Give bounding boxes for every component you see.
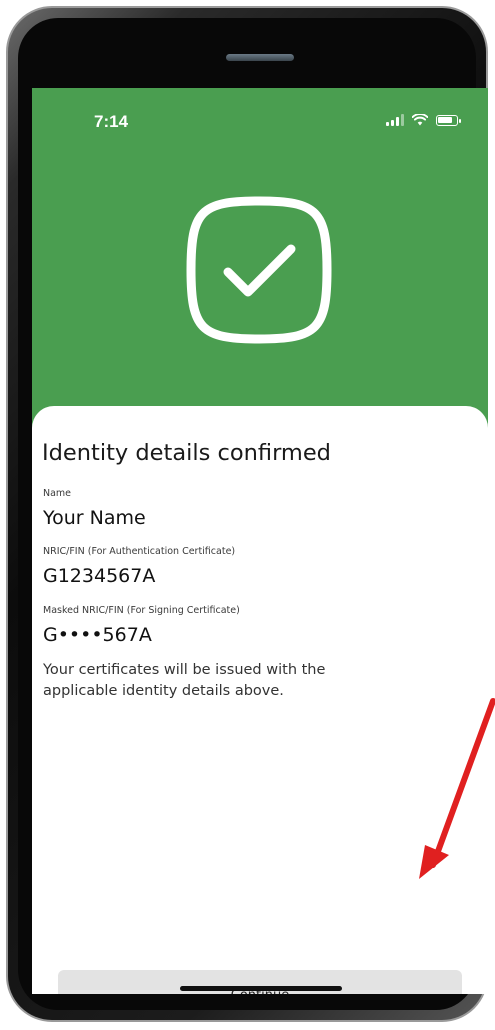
arrow-icon [419,698,495,879]
nric-auth-label: NRIC/FIN (For Authentication Certificate… [43,546,236,557]
signal-icon [386,114,404,126]
earpiece-speaker [226,54,294,61]
nric-signing-value: G••••567A [43,624,152,646]
wifi-icon [412,114,428,126]
page-title: Identity details confirmed [42,440,331,466]
status-bar: 7:14 [32,88,488,144]
name-value: Your Name [43,507,146,529]
status-time: 7:14 [94,112,129,131]
check-icon [186,196,332,344]
nric-auth-value: G1234567A [43,565,156,587]
nric-signing-label: Masked NRIC/FIN (For Signing Certificate… [43,605,240,616]
battery-icon [436,114,461,126]
status-icons [386,114,461,126]
certificate-note: Your certificates will be issued with th… [43,662,326,699]
home-indicator [180,986,342,991]
name-label: Name [43,488,72,499]
